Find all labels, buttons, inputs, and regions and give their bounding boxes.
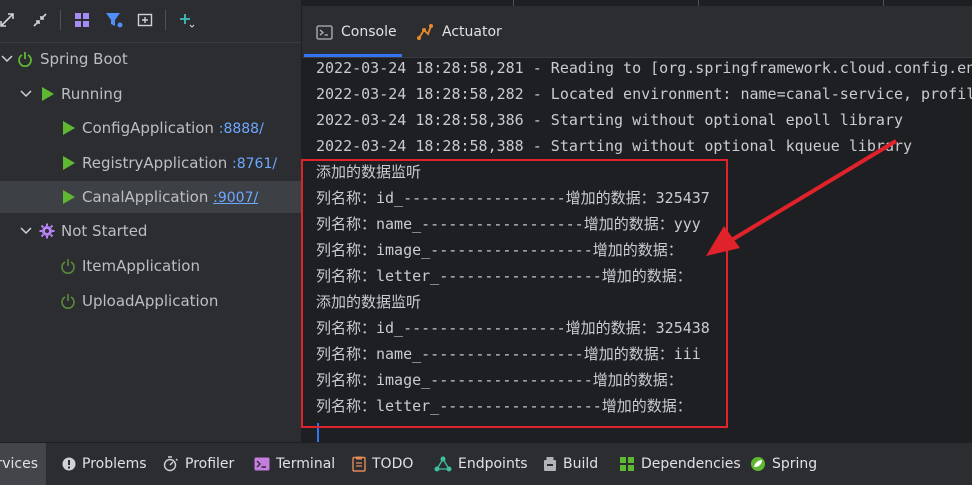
tool-endpoints[interactable]: Endpoints xyxy=(434,443,528,485)
port-link[interactable]: :8761/ xyxy=(232,156,277,172)
tool-label: Services xyxy=(0,456,38,472)
log-line: 列名称：letter_------------------增加的数据： xyxy=(316,397,692,415)
tree-canal-application[interactable]: CanalApplication :9007/ xyxy=(0,181,301,213)
filter-icon[interactable] xyxy=(103,9,125,31)
tree-registry-application[interactable]: RegistryApplication :8761/ xyxy=(0,147,301,179)
tab-actuator[interactable]: Actuator xyxy=(416,14,502,50)
endpoints-icon xyxy=(434,456,452,472)
app-name: UploadApplication xyxy=(82,292,219,310)
spring-leaf-icon xyxy=(750,456,766,472)
power-icon xyxy=(61,294,75,309)
tree-label: Not Started xyxy=(61,222,148,240)
tool-label: Dependencies xyxy=(641,456,741,472)
problems-icon xyxy=(62,457,76,471)
profiler-icon xyxy=(163,456,179,472)
tool-window-bar: Services Problems Profiler Terminal TODO… xyxy=(0,442,972,485)
console-icon xyxy=(316,24,333,40)
add-service-icon[interactable] xyxy=(134,9,156,31)
log-line: 列名称：name_------------------增加的数据：yyy xyxy=(316,215,701,233)
tool-services[interactable]: Services xyxy=(0,443,46,485)
log-line: 2022-03-24 18:28:58,388 - Starting witho… xyxy=(316,137,913,155)
console-output[interactable]: 2022-03-24 18:28:58,281 - Reading to [or… xyxy=(302,58,972,442)
power-icon xyxy=(61,259,75,274)
run-icon xyxy=(63,190,75,204)
console-panel: Console Actuator 2022-03-24 18:28:58,281… xyxy=(302,0,972,442)
tab-bar: Console Actuator xyxy=(302,0,972,58)
app-name: ConfigApplication xyxy=(82,119,214,137)
tree-label: Running xyxy=(61,85,123,103)
gear-icon xyxy=(39,223,55,239)
tree-not-started[interactable]: Not Started xyxy=(0,215,301,247)
text-caret xyxy=(317,423,319,442)
tool-label: Build xyxy=(563,456,599,472)
tab-console[interactable]: Console xyxy=(316,14,397,50)
todo-icon xyxy=(352,456,366,472)
tab-label: Actuator xyxy=(442,24,502,40)
services-panel: Spring Boot Running ConfigApplication :8… xyxy=(0,0,302,442)
tree-upload-application[interactable]: UploadApplication xyxy=(0,285,301,317)
group-icon[interactable] xyxy=(71,9,93,31)
log-line: 2022-03-24 18:28:58,281 - Reading to [or… xyxy=(316,59,972,77)
tab-label: Console xyxy=(341,24,397,40)
active-tab-indicator xyxy=(304,54,402,57)
log-line: 列名称：id_------------------增加的数据：325438 xyxy=(316,319,710,337)
tool-dependencies[interactable]: Dependencies xyxy=(619,443,741,485)
tool-terminal[interactable]: Terminal xyxy=(254,443,335,485)
tool-todo[interactable]: TODO xyxy=(352,443,413,485)
tool-label: Spring xyxy=(772,456,818,472)
add-icon[interactable] xyxy=(176,9,198,31)
app-name: CanalApplication xyxy=(82,188,209,206)
log-line: 列名称：letter_------------------增加的数据： xyxy=(316,267,692,285)
expand-icon[interactable] xyxy=(0,9,18,31)
log-line: 列名称：image_------------------增加的数据： xyxy=(316,371,683,389)
tree-item-application[interactable]: ItemApplication xyxy=(0,250,301,282)
tree-running[interactable]: Running xyxy=(0,78,301,110)
dependencies-icon xyxy=(619,456,635,472)
log-line: 列名称：name_------------------增加的数据：iii xyxy=(316,345,701,363)
log-line: 添加的数据监听 xyxy=(316,293,422,311)
port-link[interactable]: :9007/ xyxy=(213,190,258,206)
chevron-down-icon[interactable] xyxy=(19,224,33,238)
tool-label: Endpoints xyxy=(458,456,528,472)
app-name: ItemApplication xyxy=(82,257,200,275)
tool-label: Problems xyxy=(82,456,147,472)
log-line: 2022-03-24 18:28:58,282 - Located enviro… xyxy=(316,85,972,103)
collapse-icon[interactable] xyxy=(29,9,51,31)
terminal-icon xyxy=(254,457,270,471)
tool-profiler[interactable]: Profiler xyxy=(163,443,234,485)
power-icon xyxy=(18,52,32,67)
run-icon xyxy=(63,156,75,170)
log-line: 列名称：id_------------------增加的数据：325437 xyxy=(316,189,710,207)
log-line: 列名称：image_------------------增加的数据： xyxy=(316,241,683,259)
tool-spring[interactable]: Spring xyxy=(750,443,817,485)
run-icon xyxy=(42,87,54,101)
build-icon xyxy=(543,456,557,472)
run-icon xyxy=(63,121,75,135)
log-line: 添加的数据监听 xyxy=(316,163,422,181)
chevron-down-icon[interactable] xyxy=(19,87,33,101)
tool-label: Profiler xyxy=(185,456,235,472)
tool-problems[interactable]: Problems xyxy=(62,443,147,485)
services-toolbar xyxy=(0,0,301,43)
tree-label: Spring Boot xyxy=(40,50,128,68)
tree-spring-boot[interactable]: Spring Boot xyxy=(0,43,301,75)
actuator-icon xyxy=(416,23,434,41)
port-link[interactable]: :8888/ xyxy=(219,121,264,137)
log-line: 2022-03-24 18:28:58,386 - Starting witho… xyxy=(316,111,903,129)
tool-label: TODO xyxy=(372,456,414,472)
tool-build[interactable]: Build xyxy=(543,443,598,485)
chevron-down-icon[interactable] xyxy=(0,52,14,66)
tree-config-application[interactable]: ConfigApplication :8888/ xyxy=(0,112,301,144)
app-name: RegistryApplication xyxy=(82,154,228,172)
tool-label: Terminal xyxy=(276,456,336,472)
